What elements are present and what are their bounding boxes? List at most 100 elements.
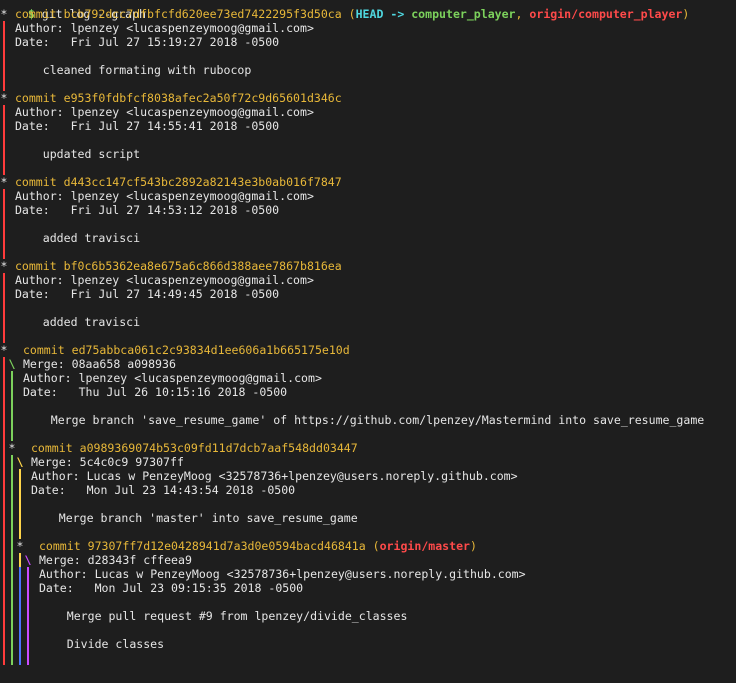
graph-commit-node: * (8, 441, 16, 455)
remote-branch-label: origin/computer_player (529, 7, 683, 21)
commit-line: * commit e953f0fdbfcf8038afec2a50f72c9d6… (0, 91, 736, 105)
graph-blank-line (0, 301, 736, 315)
graph-line-segment (24, 609, 32, 623)
commit-keyword: commit (30, 441, 73, 455)
commit-line: * commit d443cc147cf543bc2892a82143e3b0a… (0, 175, 736, 189)
commit-hash: a0989369074b53c09fd11d7dcb7aaf548dd03447 (79, 441, 358, 455)
commit-author-label: Author: (14, 105, 64, 119)
graph-branch-fork: \ (16, 455, 24, 469)
graph-blank-line (0, 49, 736, 63)
commit-author-label: Author: (38, 567, 88, 581)
graph-commit-node: * (0, 7, 8, 21)
graph-spacer (8, 343, 16, 357)
commit-keyword: commit (22, 343, 65, 357)
graph-line-segment (16, 595, 24, 609)
graph-line-segment (0, 273, 8, 287)
local-branch-label: computer_player (411, 7, 516, 21)
prompt-line: $ git log --graph (0, 0, 736, 21)
graph-line-segment (0, 483, 8, 497)
commit-merge-label: Merge: (30, 455, 73, 469)
graph-line-segment (8, 637, 16, 651)
graph-blank-line (0, 161, 736, 175)
graph-blank-line (0, 595, 736, 609)
graph-line-segment (0, 105, 8, 119)
graph-line-segment (0, 301, 8, 315)
graph-line-segment (0, 147, 8, 161)
commit-date-label: Date: (22, 385, 58, 399)
commit-message-text: cleaned formating with rubocop (42, 63, 252, 77)
graph-line-segment (8, 455, 16, 469)
graph-commit-node: * (0, 259, 8, 273)
commit-merge: \ Merge: d28343f cffeea9 (0, 553, 736, 567)
graph-blank-line (0, 399, 736, 413)
graph-line-segment (8, 483, 16, 497)
commit-author: Author: lpenzey <lucaspenzeymoog@gmail.c… (0, 21, 736, 35)
commit-merge-label: Merge: (38, 553, 81, 567)
graph-branch-fork: \ (8, 357, 16, 371)
commit-message-text: Merge pull request #9 from lpenzey/divid… (66, 609, 408, 623)
commit-author: Author: Lucas w PenzeyMoog <32578736+lpe… (0, 567, 736, 581)
graph-line-segment (24, 567, 32, 581)
graph-commit-node: * (0, 343, 8, 357)
graph-line-segment (16, 511, 24, 525)
commit-keyword: commit (14, 175, 57, 189)
graph-line-segment (8, 609, 16, 623)
graph-line-segment (0, 371, 8, 385)
graph-blank-line (0, 651, 736, 665)
commit-author: Author: Lucas w PenzeyMoog <32578736+lpe… (0, 469, 736, 483)
commit-line: * commit ed75abbca061c2c93834d1ee606a1b6… (0, 343, 736, 357)
graph-line-segment (0, 231, 8, 245)
graph-blank-line (0, 623, 736, 637)
graph-branch-fork: \ (24, 553, 32, 567)
commit-date-label: Date: (14, 119, 50, 133)
graph-line-segment (16, 497, 24, 511)
graph-line-segment (24, 595, 32, 609)
commit-message: Merge branch 'master' into save_resume_g… (0, 511, 736, 525)
graph-line-segment (16, 609, 24, 623)
commit-hash: e953f0fdbfcf8038afec2a50f72c9d65601d346c (63, 91, 342, 105)
commit-date-value: Mon Jul 23 09:15:35 2018 -0500 (94, 581, 304, 595)
commit-message-text: Merge branch 'master' into save_resume_g… (58, 511, 358, 525)
commit-hash: bcb792dcc7dfbfcfd620ee73ed7422295f3d50ca (63, 7, 342, 21)
graph-line-segment (0, 469, 8, 483)
commit-date: Date: Mon Jul 23 09:15:35 2018 -0500 (0, 581, 736, 595)
commit-message-text: added travisci (42, 315, 141, 329)
commit-message-text: Merge branch 'save_resume_game' of https… (50, 413, 705, 427)
graph-line-segment (0, 539, 8, 553)
commit-merge-label: Merge: (22, 357, 65, 371)
graph-line-segment (0, 637, 8, 651)
graph-line-segment (0, 203, 8, 217)
graph-blank-line (0, 427, 736, 441)
commit-hash: ed75abbca061c2c93834d1ee606a1b665175e10d (71, 343, 350, 357)
commit-date-label: Date: (38, 581, 74, 595)
terminal-window[interactable]: $ git log --graph * commit bcb792dcc7dfb… (0, 0, 736, 683)
commit-date: Date: Fri Jul 27 14:55:41 2018 -0500 (0, 119, 736, 133)
commit-merge-value: d28343f cffeea9 (87, 553, 192, 567)
graph-line-segment (0, 217, 8, 231)
commit-date-label: Date: (30, 483, 66, 497)
graph-line-segment (24, 623, 32, 637)
graph-line-segment (0, 497, 8, 511)
graph-line-segment (8, 623, 16, 637)
graph-line-segment (0, 35, 8, 49)
commit-message-text: Divide classes (66, 637, 165, 651)
commit-line: * commit bf0c6b5362ea8e675a6c866d388aee7… (0, 259, 736, 273)
commit-message-text: updated script (42, 147, 141, 161)
commit-date-value: Thu Jul 26 10:15:16 2018 -0500 (78, 385, 288, 399)
graph-line-segment (8, 553, 16, 567)
commit-author: Author: lpenzey <lucaspenzeymoog@gmail.c… (0, 189, 736, 203)
commit-date: Date: Fri Jul 27 14:53:12 2018 -0500 (0, 203, 736, 217)
graph-line-segment (24, 581, 32, 595)
graph-line-segment (0, 511, 8, 525)
graph-line-segment (24, 651, 32, 665)
commit-author-label: Author: (14, 21, 64, 35)
graph-line-segment (0, 581, 8, 595)
commit-author-value: lpenzey <lucaspenzeymoog@gmail.com> (70, 21, 314, 35)
commit-merge-value: 08aa658 a098936 (71, 357, 176, 371)
graph-line-segment (16, 567, 24, 581)
commit-date-value: Mon Jul 23 14:43:54 2018 -0500 (86, 483, 296, 497)
graph-line-segment (0, 77, 8, 91)
graph-line-segment (16, 525, 24, 539)
commit-hash: bf0c6b5362ea8e675a6c866d388aee7867b816ea (63, 259, 342, 273)
graph-blank-line (0, 329, 736, 343)
